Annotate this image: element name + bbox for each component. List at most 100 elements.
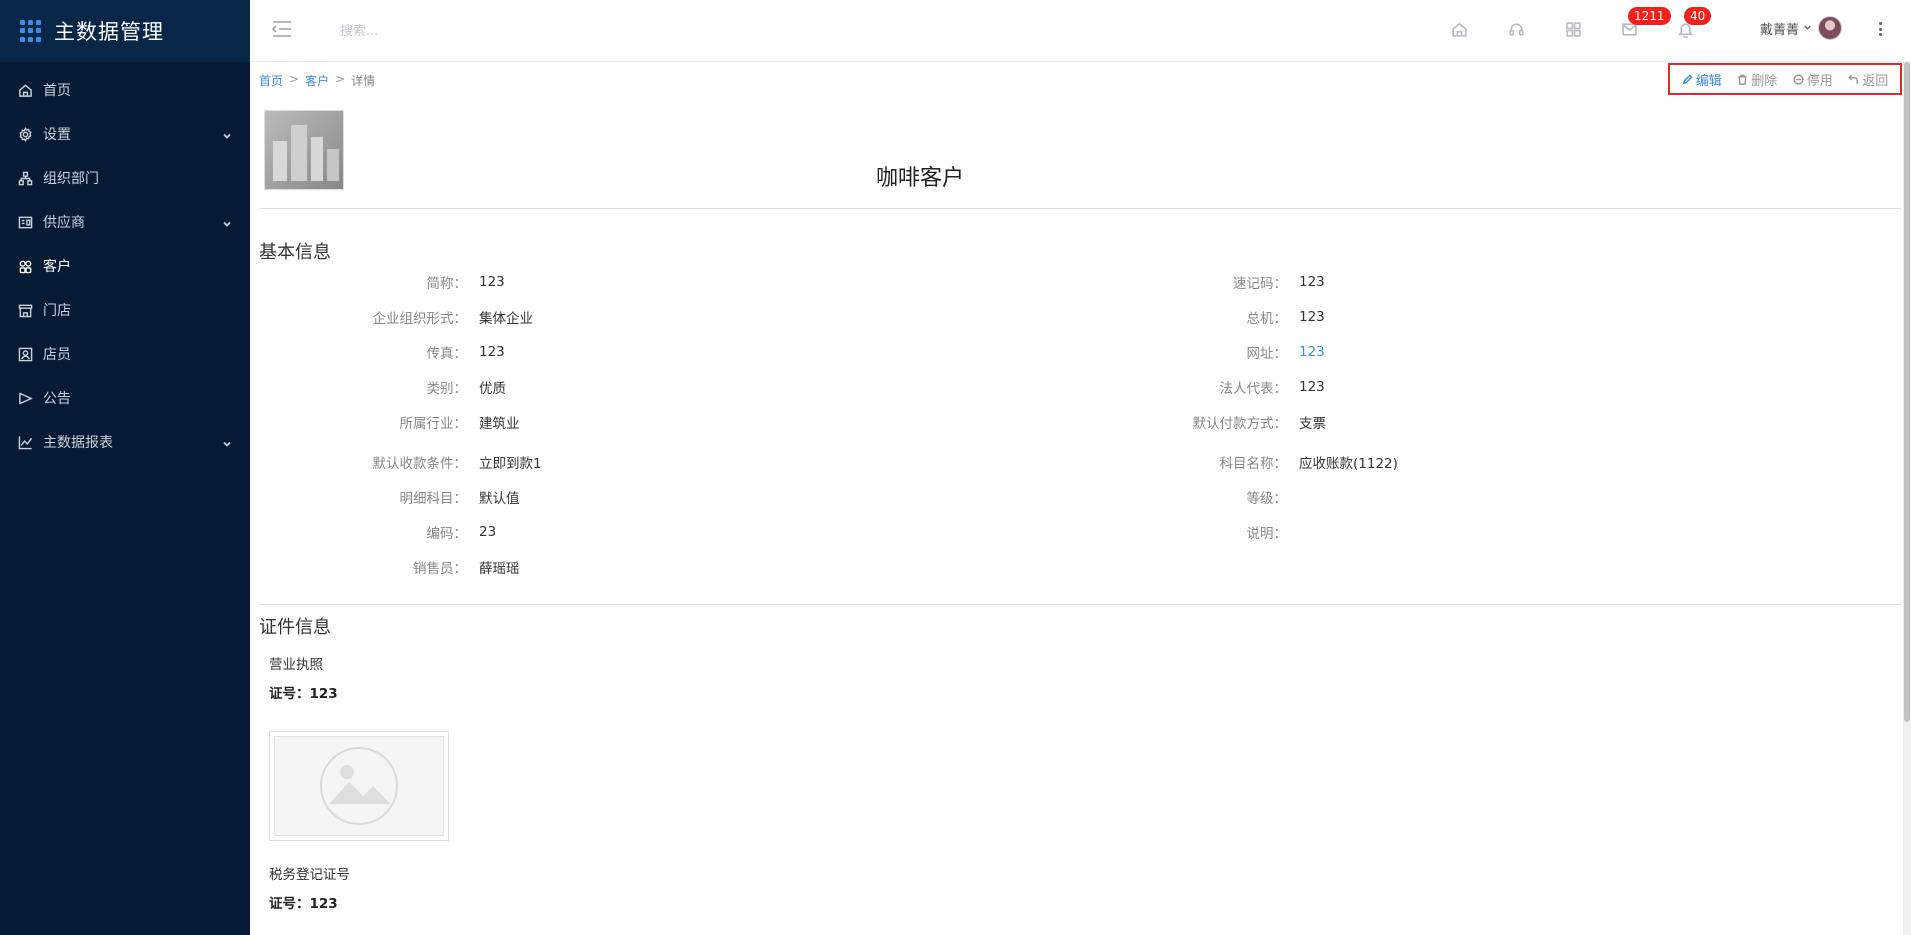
field-salesperson: 销售员 薛瑶瑶 <box>259 556 520 578</box>
sidebar-item-home[interactable]: 首页 <box>0 68 250 112</box>
field-label: 总机 <box>259 307 1299 327</box>
back-button[interactable]: 返回 <box>1848 70 1888 89</box>
topbar: 1211 40 戴菁菁 <box>250 0 1911 62</box>
field-label: 等级 <box>259 487 1299 507</box>
breadcrumb-home[interactable]: 首页 <box>259 72 283 89</box>
section-title-certificates: 证件信息 <box>259 617 331 638</box>
sidebar-item-label: 设置 <box>43 127 71 143</box>
app-grid-icon <box>20 20 42 42</box>
home-icon[interactable] <box>1448 18 1470 40</box>
gear-icon <box>17 126 33 142</box>
cert-name: 税务登记证号 <box>269 867 350 883</box>
field-description: 说明 <box>259 521 1299 543</box>
supplier-icon <box>17 214 33 230</box>
field-account-name: 科目名称 应收账款(1122) <box>259 451 1398 473</box>
field-label: 科目名称 <box>259 452 1299 472</box>
disable-label: 停用 <box>1806 73 1833 89</box>
breadcrumb: 首页 > 客户 > 详情 <box>259 72 375 89</box>
field-label: 销售员 <box>259 557 479 577</box>
report-icon <box>17 434 33 450</box>
field-label: 网址 <box>259 342 1299 362</box>
message-icon[interactable]: 1211 <box>1618 7 1671 40</box>
minus-circle-icon <box>1793 73 1804 85</box>
sidebar-item-label: 首页 <box>43 83 71 99</box>
home-icon <box>17 82 33 98</box>
search-input[interactable] <box>340 20 640 42</box>
delete-button[interactable]: 删除 <box>1737 70 1777 89</box>
field-value: 123 <box>1299 274 1325 290</box>
main-content: 首页 > 客户 > 详情 编辑 删除 停用 返回 咖啡客户 基本信息 简称 ： … <box>250 62 1911 935</box>
brand: 主数据管理 <box>0 0 250 62</box>
avatar <box>1818 16 1843 40</box>
more-vertical-icon[interactable] <box>1875 20 1885 38</box>
apps-grid-icon[interactable] <box>1562 18 1584 40</box>
sidebar-item-label: 店员 <box>43 347 71 363</box>
notice-icon <box>17 390 33 406</box>
image-placeholder-icon <box>320 747 398 825</box>
edit-button[interactable]: 编辑 <box>1682 70 1722 89</box>
bell-icon[interactable]: 40 <box>1674 7 1712 40</box>
field-value: 123 <box>1299 379 1325 395</box>
page-title: 咖啡客户 <box>875 166 964 191</box>
divider <box>259 604 1901 605</box>
sidebar-item-report[interactable]: 主数据报表 <box>0 420 250 464</box>
field-value: 支票 <box>1299 416 1326 432</box>
sidebar: 主数据管理 首页 设置 组织部门 供应商 客户 门店 店员 公告 主数据报表 <box>0 0 250 935</box>
sidebar-item-label: 主数据报表 <box>43 435 113 451</box>
menu-toggle-icon[interactable] <box>271 20 292 38</box>
scrollbar-thumb[interactable] <box>1904 62 1910 722</box>
action-toolbar: 编辑 删除 停用 返回 <box>1668 63 1902 95</box>
cert-number: 证号：123 <box>269 686 338 702</box>
cert-name: 营业执照 <box>269 657 323 673</box>
chevron-down-icon <box>222 437 232 447</box>
sidebar-item-settings[interactable]: 设置 <box>0 112 250 156</box>
sidebar-item-notice[interactable]: 公告 <box>0 376 250 420</box>
headset-icon[interactable] <box>1505 18 1527 40</box>
sidebar-item-supplier[interactable]: 供应商 <box>0 200 250 244</box>
sidebar-item-clerk[interactable]: 店员 <box>0 332 250 376</box>
edit-label: 编辑 <box>1695 73 1722 89</box>
section-title-basic: 基本信息 <box>259 242 331 263</box>
field-label: 法人代表 <box>259 377 1299 397</box>
field-value: 123 <box>1299 309 1325 325</box>
sidebar-item-org[interactable]: 组织部门 <box>0 156 250 200</box>
messages-badge: 1211 <box>1628 7 1671 25</box>
field-legal-rep: 法人代表 123 <box>259 376 1325 398</box>
user-menu[interactable]: 戴菁菁 <box>1760 16 1843 40</box>
pencil-icon <box>1682 73 1693 84</box>
field-switchboard: 总机 123 <box>259 306 1325 328</box>
field-value: 薛瑶瑶 <box>479 561 520 577</box>
app-title: 主数据管理 <box>54 20 164 44</box>
chevron-down-icon <box>222 217 232 227</box>
sidebar-item-label: 门店 <box>43 303 71 319</box>
org-icon <box>17 170 33 186</box>
store-icon <box>17 302 33 318</box>
breadcrumb-separator: > <box>335 72 346 86</box>
field-label: 默认付款方式 <box>259 412 1299 432</box>
customer-icon <box>17 258 33 274</box>
cert-number: 证号：123 <box>269 896 338 912</box>
field-level: 等级 <box>259 486 1299 508</box>
trash-icon <box>1738 74 1747 85</box>
divider <box>259 208 1901 209</box>
field-payment-method: 默认付款方式 支票 <box>259 411 1327 433</box>
field-shorthand-code: 速记码 123 <box>259 271 1325 293</box>
chevron-down-icon <box>1803 20 1812 36</box>
cert-image-placeholder[interactable] <box>269 731 449 841</box>
sidebar-item-store[interactable]: 门店 <box>0 288 250 332</box>
sidebar-item-label: 客户 <box>43 259 71 275</box>
sidebar-item-label: 供应商 <box>43 215 85 231</box>
back-label: 返回 <box>1862 73 1889 89</box>
sidebar-item-customer[interactable]: 客户 <box>0 244 250 288</box>
sidebar-menu: 首页 设置 组织部门 供应商 客户 门店 店员 公告 主数据报表 <box>0 68 250 464</box>
clerk-icon <box>17 346 33 362</box>
return-icon <box>1848 74 1859 84</box>
field-label: 说明 <box>259 522 1299 542</box>
sidebar-item-label: 公告 <box>43 391 71 407</box>
delete-label: 删除 <box>1751 73 1778 89</box>
website-link[interactable]: 123 <box>1299 344 1325 360</box>
vertical-scrollbar[interactable] <box>1903 62 1911 935</box>
notifications-badge: 40 <box>1684 7 1712 25</box>
disable-button[interactable]: 停用 <box>1793 70 1833 89</box>
breadcrumb-customer[interactable]: 客户 <box>305 72 329 89</box>
